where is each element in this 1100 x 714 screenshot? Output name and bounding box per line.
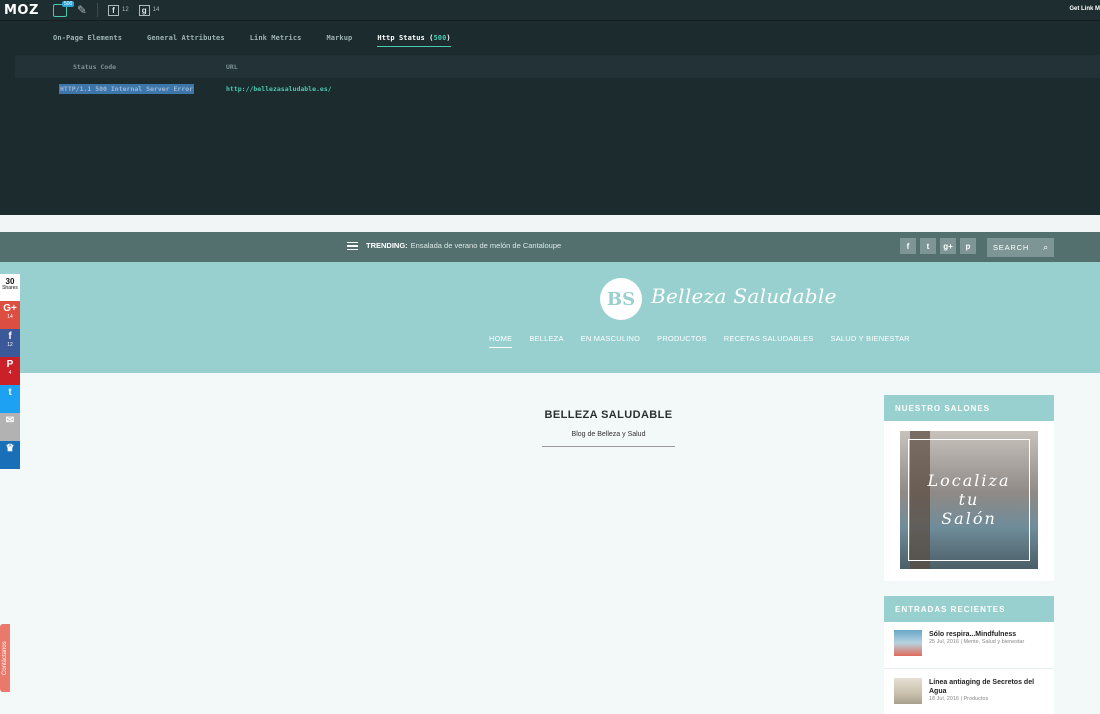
toolbar-divider xyxy=(96,3,98,17)
mozbar-panel: MOZ 500 ✎ f 12 g 14 Get Link M On-Page E… xyxy=(0,0,1100,215)
url-cell[interactable]: http://bellezasaludable.es/ xyxy=(226,85,332,93)
tab-http-status[interactable]: Http Status (500) xyxy=(377,30,451,47)
contact-tab[interactable]: Contáctanos xyxy=(0,624,10,692)
salones-widget-title: NUESTRO SALONES xyxy=(884,395,1054,421)
facebook-share-count: 12 xyxy=(7,342,13,348)
table-row: HTTP/1.1 500 Internal Server Error http:… xyxy=(0,78,1100,100)
tab-markup[interactable]: Markup xyxy=(326,30,352,46)
get-link-metrics-button[interactable]: Get Link M xyxy=(1069,6,1100,12)
sumome-button[interactable]: ♛ xyxy=(0,441,20,469)
facebook-share-button[interactable]: f 12 xyxy=(0,329,20,357)
tab-http-status-count: 500 xyxy=(433,33,447,42)
email-share-button[interactable]: ✉ xyxy=(0,413,20,441)
post-thumbnail[interactable] xyxy=(894,678,922,704)
trending-label: TRENDING: xyxy=(366,241,408,250)
tab-http-status-end: ) xyxy=(446,33,451,42)
trending-link[interactable]: Ensalada de verano de melón de Cantaloup… xyxy=(411,241,562,250)
facebook-icon: f xyxy=(8,331,12,342)
google-plus-icon: g xyxy=(138,4,150,16)
post-meta: 25 Jul, 2016 | Mente, Salud y bienestar xyxy=(929,639,1025,645)
facebook-shares[interactable]: f 12 xyxy=(107,4,129,16)
nav-productos[interactable]: PRODUCTOS xyxy=(657,334,707,348)
url-header: URL xyxy=(226,62,238,71)
pinterest-icon: P xyxy=(6,359,14,370)
site-logo-mark[interactable]: BS xyxy=(600,278,642,320)
social-links: f t g+ p xyxy=(900,238,976,254)
facebook-icon[interactable]: f xyxy=(900,238,916,254)
salon-banner-text: Localiza tu Salón xyxy=(900,471,1038,528)
mozbar-tabs: On-Page Elements General Attributes Link… xyxy=(0,21,1100,55)
search-placeholder: SEARCH xyxy=(993,243,1030,252)
list-item[interactable]: Línea antiaging de Secretos del Agua 18 … xyxy=(894,678,1039,704)
post-title[interactable]: Sólo respira...Mindfulness xyxy=(929,630,1039,639)
google-plus-shares[interactable]: g 14 xyxy=(138,4,160,16)
post-divider xyxy=(884,668,1054,669)
post-meta: 18 Jul, 2016 | Productos xyxy=(929,696,989,702)
trending-bar[interactable]: TRENDING: Ensalada de verano de melón de… xyxy=(347,241,561,250)
facebook-count: 12 xyxy=(121,7,129,13)
post-title[interactable]: Línea antiaging de Secretos del Agua xyxy=(929,678,1039,696)
moz-logo[interactable]: MOZ xyxy=(4,3,39,18)
menu-icon[interactable] xyxy=(347,241,358,250)
tab-general-attributes[interactable]: General Attributes xyxy=(147,30,225,46)
status-table-header: Status Code URL xyxy=(15,55,1100,78)
google-plus-icon[interactable]: g+ xyxy=(940,238,956,254)
tab-on-page-elements[interactable]: On-Page Elements xyxy=(53,30,122,46)
google-plus-count: 14 xyxy=(152,7,160,13)
salon-line-1: Localiza xyxy=(927,471,1011,490)
google-plus-share-count: 14 xyxy=(7,314,13,320)
page-title: BELLEZA SALUDABLE xyxy=(544,409,673,421)
tab-http-status-label: Http Status ( xyxy=(377,33,434,42)
nav-home[interactable]: HOME xyxy=(489,334,513,348)
salon-line-2: tu xyxy=(958,490,980,509)
twitter-icon: t xyxy=(8,387,12,398)
nav-belleza[interactable]: BELLEZA xyxy=(529,334,563,348)
list-item[interactable]: Sólo respira...Mindfulness 25 Jul, 2016 … xyxy=(894,630,1039,656)
post-thumbnail[interactable] xyxy=(894,630,922,656)
pencil-icon[interactable]: ✎ xyxy=(77,3,87,17)
search-icon[interactable]: ⌕ xyxy=(1043,242,1049,253)
recent-posts-title: ENTRADAS RECIENTES xyxy=(884,596,1054,622)
status-badge: 500 xyxy=(62,1,75,7)
nav-en-masculino[interactable]: EN MASCULINO xyxy=(581,334,641,348)
share-sidebar: 30 Shares G+ 14 f 12 P 4 t ✉ ♛ xyxy=(0,274,20,469)
pinterest-share-button[interactable]: P 4 xyxy=(0,357,20,385)
nav-salud-y-bienestar[interactable]: SALUD Y BIENESTAR xyxy=(831,334,910,348)
main-nav: HOME BELLEZA EN MASCULINO PRODUCTOS RECE… xyxy=(489,334,927,348)
twitter-share-button[interactable]: t xyxy=(0,385,20,413)
salon-banner-image[interactable]: Localiza tu Salón xyxy=(900,431,1038,569)
status-code-header: Status Code xyxy=(73,62,117,71)
pinterest-share-count: 4 xyxy=(8,370,12,376)
search-input[interactable]: SEARCH ⌕ xyxy=(987,238,1054,257)
email-icon: ✉ xyxy=(5,415,15,426)
salones-widget: Localiza tu Salón xyxy=(884,421,1054,581)
twitter-icon[interactable]: t xyxy=(920,238,936,254)
site-logo-text[interactable]: Belleza Saludable xyxy=(651,284,837,308)
nav-recetas-saludables[interactable]: RECETAS SALUDABLES xyxy=(724,334,814,348)
mozbar-toolbar: MOZ 500 ✎ f 12 g 14 Get Link M xyxy=(0,0,1100,21)
google-plus-icon: G+ xyxy=(3,303,17,314)
share-total-label: Shares xyxy=(2,285,18,291)
site-header: BS Belleza Saludable HOME BELLEZA EN MAS… xyxy=(0,262,1100,373)
divider-strip xyxy=(0,215,1100,232)
pinterest-icon[interactable]: p xyxy=(960,238,976,254)
salon-line-3: Salón xyxy=(941,509,997,528)
crown-icon: ♛ xyxy=(5,443,15,454)
site-topbar: TRENDING: Ensalada de verano de melón de… xyxy=(0,232,1100,262)
google-plus-share-button[interactable]: G+ 14 xyxy=(0,301,20,329)
recent-posts-widget: Sólo respira...Mindfulness 25 Jul, 2016 … xyxy=(884,622,1054,714)
share-count: 30 Shares xyxy=(0,274,20,301)
page-subtitle: Blog de Belleza y Salud xyxy=(542,431,675,447)
tab-link-metrics[interactable]: Link Metrics xyxy=(250,30,302,46)
status-code-cell[interactable]: HTTP/1.1 500 Internal Server Error xyxy=(59,84,195,94)
facebook-icon: f xyxy=(107,4,119,16)
